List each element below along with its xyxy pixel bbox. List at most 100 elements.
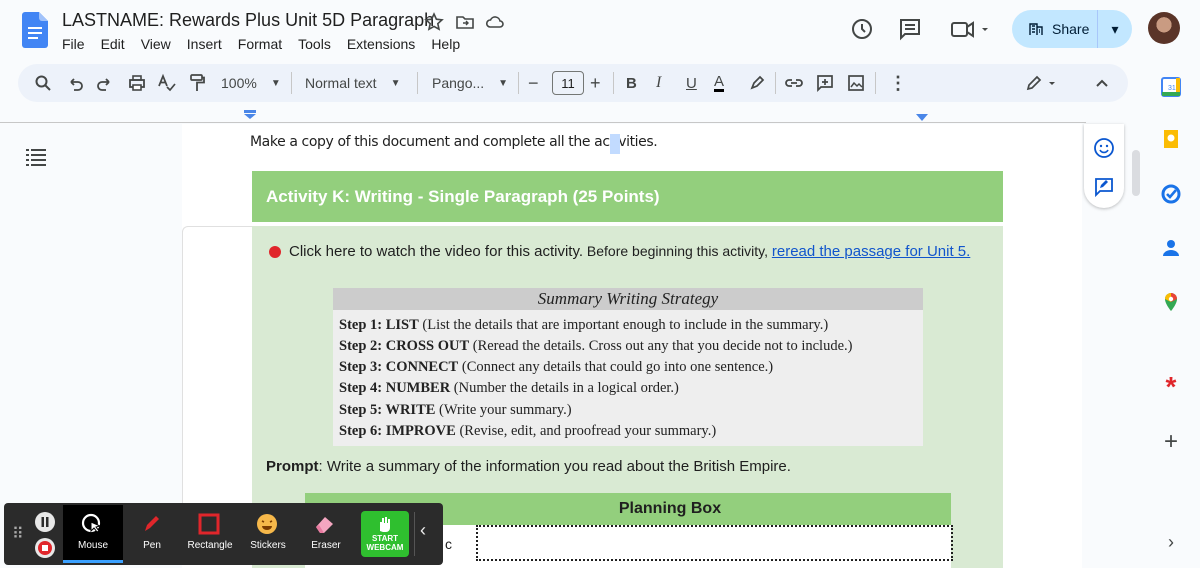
meet-call-icon[interactable] — [949, 16, 993, 42]
calendar-icon[interactable]: 31 — [1160, 76, 1182, 98]
contacts-icon[interactable] — [1160, 237, 1182, 259]
prompt-line: Prompt: Write a summary of the informati… — [266, 458, 791, 475]
webcam-label-line2: WEBCAM — [366, 543, 404, 552]
webcam-label-line1: START — [371, 534, 399, 543]
activity-header: Activity K: Writing - Single Paragraph (… — [252, 171, 1003, 222]
svg-text:31: 31 — [1168, 85, 1176, 92]
style-select[interactable]: Normal text ▼ — [305, 73, 400, 93]
menu-file[interactable]: File — [62, 36, 85, 52]
recorder-divider — [414, 512, 415, 556]
tasks-icon[interactable] — [1160, 183, 1182, 205]
share-options-chevron-icon[interactable]: ▾ — [1098, 21, 1132, 38]
add-emoji-reaction-icon[interactable] — [1093, 137, 1115, 159]
menu-view[interactable]: View — [141, 36, 171, 52]
reread-passage-link[interactable]: reread the passage for Unit 5. — [772, 243, 970, 260]
avatar[interactable] — [1148, 12, 1180, 44]
intro-text: Make a copy of this document and complet… — [250, 134, 658, 150]
pen-tool-label[interactable]: Pen — [127, 540, 177, 551]
share-button[interactable]: Share ▾ — [1012, 10, 1132, 48]
docs-logo-icon[interactable] — [22, 12, 48, 48]
document-title[interactable]: LASTNAME: Rewards Plus Unit 5D Paragraph — [62, 10, 434, 31]
italic-button[interactable]: I — [656, 73, 661, 93]
ruler — [0, 122, 1086, 123]
rectangle-tool-label[interactable]: Rectangle — [181, 540, 239, 551]
before-beginning-text: Before beginning this activity, — [583, 243, 772, 259]
paint-format-icon[interactable] — [187, 73, 207, 93]
stickers-smiley-icon[interactable] — [255, 512, 279, 536]
menu-insert[interactable]: Insert — [187, 36, 222, 52]
rectangle-icon[interactable] — [197, 512, 221, 536]
text-color-button[interactable]: A — [714, 73, 725, 92]
zoom-value: 100% — [221, 75, 257, 91]
get-addons-plus-icon[interactable]: + — [1160, 430, 1182, 454]
planning-dotted-field[interactable] — [476, 525, 953, 561]
right-indent-marker-icon[interactable] — [915, 114, 929, 122]
collapse-recorder-chevron-icon[interactable]: ‹ — [420, 520, 426, 541]
cloud-saved-icon[interactable] — [485, 12, 505, 32]
menu-edit[interactable]: Edit — [101, 36, 125, 52]
print-icon[interactable] — [127, 73, 147, 93]
document-outline-icon[interactable] — [26, 148, 46, 166]
share-label: Share — [1052, 21, 1090, 37]
spellcheck-icon[interactable] — [157, 73, 177, 93]
stop-recording-icon[interactable] — [35, 538, 55, 558]
mouse-cursor-icon — [81, 513, 102, 533]
toolbar-divider — [875, 72, 876, 94]
add-comment-icon[interactable] — [815, 73, 835, 93]
left-indent-marker-icon[interactable] — [243, 110, 257, 120]
zoom-select[interactable]: 100% ▼ — [221, 73, 281, 93]
highlight-pen-icon[interactable] — [748, 73, 766, 93]
suggest-edits-icon[interactable] — [1093, 176, 1115, 198]
insert-image-icon[interactable] — [846, 73, 866, 93]
webcam-hand-icon — [380, 517, 390, 532]
star-icon[interactable] — [424, 12, 444, 32]
toolbar-divider — [613, 72, 614, 94]
version-history-icon[interactable] — [849, 16, 875, 42]
eraser-tool-label[interactable]: Eraser — [301, 540, 351, 551]
underline-button[interactable]: U — [686, 73, 697, 93]
font-select[interactable]: Pango... ▼ — [432, 73, 508, 93]
menu-format[interactable]: Format — [238, 36, 282, 52]
menu-tools[interactable]: Tools — [298, 36, 331, 52]
toolbar-divider — [518, 72, 519, 94]
comments-icon[interactable] — [897, 16, 923, 42]
hide-menus-chevron-up-icon[interactable] — [1093, 73, 1111, 93]
style-chevron-down-icon: ▼ — [390, 77, 401, 89]
strategy-step: Step 5: WRITE (Write your summary.) — [339, 402, 572, 418]
start-webcam-button[interactable]: START WEBCAM — [361, 511, 409, 557]
eraser-icon[interactable] — [313, 512, 337, 536]
active-tool-indicator — [63, 560, 123, 563]
keep-icon[interactable] — [1160, 128, 1182, 150]
show-side-panel-chevron-icon[interactable]: › — [1160, 531, 1182, 553]
instruction-line: Click here to watch the video for this a… — [289, 243, 970, 260]
planning-box-title: Planning Box — [618, 500, 722, 517]
insert-link-icon[interactable] — [784, 73, 804, 93]
maps-icon[interactable] — [1160, 291, 1182, 313]
strategy-step: Step 3: CONNECT (Connect any details tha… — [339, 359, 774, 375]
menu-extensions[interactable]: Extensions — [347, 36, 415, 52]
more-options-icon[interactable]: ⋮ — [889, 73, 907, 93]
pause-recording-icon[interactable] — [35, 512, 55, 532]
move-folder-icon[interactable] — [455, 12, 475, 32]
menu-bar: File Edit View Insert Format Tools Exten… — [62, 36, 476, 52]
pen-icon[interactable] — [140, 512, 164, 536]
menu-help[interactable]: Help — [431, 36, 460, 52]
asterisk-addon-icon[interactable]: * — [1160, 373, 1182, 401]
decrease-font-size-icon[interactable]: − — [528, 73, 539, 93]
scrollbar[interactable] — [1132, 150, 1140, 196]
editing-mode-icon[interactable] — [1025, 73, 1059, 93]
record-dot-icon — [269, 246, 281, 258]
font-size-input[interactable]: 11 — [552, 71, 584, 95]
video-instruction[interactable]: Click here to watch the video for this a… — [289, 243, 583, 260]
strategy-title: Summary Writing Strategy — [333, 288, 923, 310]
strategy-step: Step 1: LIST (List the details that are … — [339, 317, 829, 333]
zoom-chevron-down-icon: ▼ — [270, 77, 281, 89]
stickers-tool-label[interactable]: Stickers — [243, 540, 293, 551]
bold-button[interactable]: B — [626, 73, 637, 93]
undo-icon[interactable] — [66, 73, 84, 93]
increase-font-size-icon[interactable]: + — [590, 73, 601, 93]
redo-icon[interactable] — [96, 73, 114, 93]
search-menus-icon[interactable] — [34, 73, 52, 93]
drag-handle-icon[interactable]: ⠿ — [12, 524, 24, 544]
prompt-label: Prompt — [266, 458, 319, 475]
